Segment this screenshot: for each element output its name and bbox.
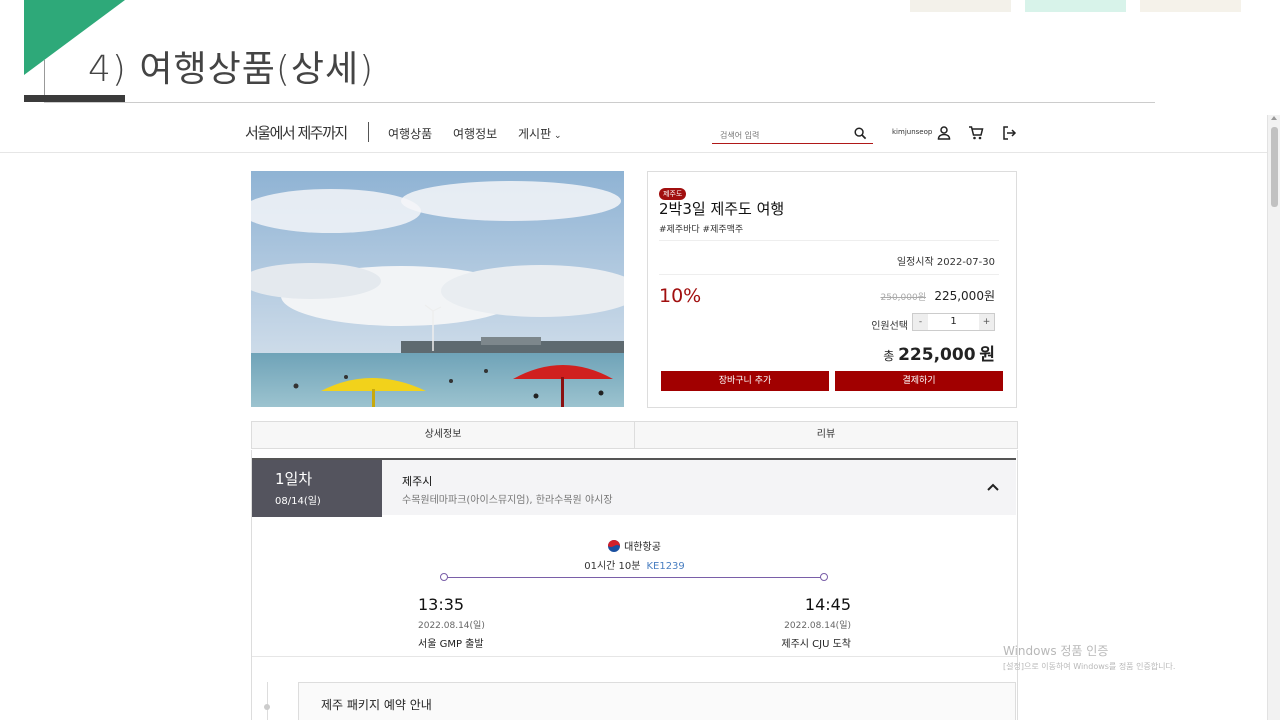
route-start-dot bbox=[440, 573, 448, 581]
quantity-value[interactable]: 1 bbox=[928, 314, 979, 330]
divider bbox=[659, 274, 999, 275]
discount-rate: 10% bbox=[659, 285, 702, 307]
scrollbar-thumb[interactable] bbox=[1271, 127, 1278, 207]
nav-link-travel-info[interactable]: 여행정보 bbox=[453, 125, 497, 142]
route-end-dot bbox=[820, 573, 828, 581]
watermark-subtitle: [설정]으로 이동하여 Windows를 정품 인증합니다. bbox=[1003, 662, 1176, 671]
product-title: 2박3일 제주도 여행 bbox=[659, 200, 785, 218]
top-color-box bbox=[1140, 0, 1241, 12]
arrive-place: 제주시 CJU 도착 bbox=[781, 639, 851, 650]
notice-box: 제주 패키지 예약 안내 bbox=[298, 682, 1016, 720]
day-number: 1일차 bbox=[275, 470, 313, 488]
product-info-panel: 제주도 2박3일 제주도 여행 #제주바다 #제주맥주 일정시작 2022-07… bbox=[647, 171, 1017, 408]
detail-tabs: 상세정보 리뷰 bbox=[251, 421, 1018, 449]
nav-separator bbox=[368, 122, 369, 142]
day-places: 수목원테마파크(아이스뮤지엄), 한라수목원 야시장 bbox=[402, 495, 613, 506]
day-badge: 1일차 08/14(일) bbox=[252, 460, 382, 517]
timeline-dot bbox=[264, 704, 270, 710]
airline-name: 대한항공 bbox=[624, 542, 661, 553]
product-tags: #제주바다 #제주맥주 bbox=[659, 225, 744, 235]
flight-number[interactable]: KE1239 bbox=[646, 561, 684, 572]
depart-time: 13:35 bbox=[418, 595, 465, 614]
tab-details[interactable]: 상세정보 bbox=[252, 422, 634, 448]
depart-date: 2022.08.14(일) bbox=[418, 621, 485, 631]
add-to-cart-button[interactable]: 장바구니 추가 bbox=[661, 371, 829, 391]
user-icon[interactable] bbox=[936, 125, 952, 141]
website-screenshot: 서울에서 제주까지 여행상품 여행정보 게시판 ⌄ kimjunseop bbox=[0, 112, 1280, 720]
product-photo bbox=[251, 171, 624, 407]
quantity-label: 인원선택 bbox=[871, 321, 908, 332]
watermark-title: Windows 정품 인증 bbox=[1003, 644, 1109, 658]
flight-duration: 01시간 10분 KE1239 bbox=[252, 557, 1017, 572]
chevron-down-icon: ⌄ bbox=[551, 131, 562, 141]
total-value: 225,000 bbox=[898, 345, 976, 365]
scrollbar[interactable] bbox=[1267, 115, 1280, 720]
quantity-plus-button[interactable]: + bbox=[979, 314, 994, 330]
nav-link-board[interactable]: 게시판 ⌄ bbox=[518, 125, 562, 142]
route-line bbox=[443, 577, 824, 578]
original-price: 250,000원 bbox=[880, 293, 927, 303]
total-unit: 원 bbox=[979, 345, 995, 365]
presentation-slide: 4) 여행상품(상세) 서울에서 제주까지 여행상품 여행정보 게시판 ⌄ ki… bbox=[0, 0, 1280, 720]
nav-link-products[interactable]: 여행상품 bbox=[388, 125, 432, 142]
airline: 대한항공 bbox=[252, 538, 1017, 553]
site-logo[interactable]: 서울에서 제주까지 bbox=[245, 122, 348, 143]
chevron-up-icon[interactable] bbox=[986, 480, 1000, 494]
total-prefix: 총 bbox=[883, 349, 895, 363]
scroll-up-icon[interactable] bbox=[1271, 116, 1277, 120]
search-box[interactable] bbox=[712, 123, 873, 144]
divider bbox=[659, 240, 999, 241]
site-header: 서울에서 제주까지 여행상품 여행정보 게시판 ⌄ kimjunseop bbox=[0, 112, 1267, 153]
checkout-button[interactable]: 결제하기 bbox=[835, 371, 1003, 391]
quantity-stepper: - 1 + bbox=[912, 313, 995, 331]
nav-link-board-label: 게시판 bbox=[518, 127, 552, 141]
day-header[interactable]: 1일차 08/14(일) 제주시 수목원테마파크(아이스뮤지엄), 한라수목원 … bbox=[252, 458, 1016, 517]
itinerary-section: 1일차 08/14(일) 제주시 수목원테마파크(아이스뮤지엄), 한라수목원 … bbox=[251, 450, 1018, 720]
day-city: 제주시 bbox=[402, 475, 433, 488]
search-icon[interactable] bbox=[854, 127, 867, 140]
title-underline-bar bbox=[24, 95, 125, 102]
sale-price: 225,000원 bbox=[934, 289, 995, 303]
slide-title: 4) 여행상품(상세) bbox=[88, 49, 375, 90]
activation-watermark: Windows 정품 인증 [설정]으로 이동하여 Windows를 정품 인증… bbox=[1003, 642, 1175, 672]
timeline-line bbox=[267, 682, 268, 720]
duration-text: 01시간 10분 bbox=[584, 561, 641, 572]
start-date: 일정시작 2022-07-30 bbox=[896, 257, 995, 268]
day-date: 08/14(일) bbox=[275, 496, 321, 507]
arrive-date: 2022.08.14(일) bbox=[784, 621, 851, 631]
username: kimjunseop bbox=[892, 128, 933, 136]
top-color-box bbox=[1025, 0, 1126, 12]
arrive-time: 14:45 bbox=[804, 595, 851, 614]
cart-icon[interactable] bbox=[968, 125, 984, 141]
total-price: 총 225,000 원 bbox=[883, 340, 995, 365]
flight-info: 대한항공 01시간 10분 KE1239 13:35 2022.08.14(일) … bbox=[252, 516, 1017, 657]
logout-icon[interactable] bbox=[1001, 125, 1017, 141]
depart-place: 서울 GMP 출발 bbox=[418, 639, 484, 650]
notice-title: 제주 패키지 예약 안내 bbox=[321, 698, 432, 712]
tab-reviews[interactable]: 리뷰 bbox=[634, 422, 1017, 448]
title-underline bbox=[44, 102, 1155, 103]
quantity-minus-button[interactable]: - bbox=[913, 314, 928, 330]
top-color-box bbox=[910, 0, 1011, 12]
airline-logo-icon bbox=[608, 540, 621, 552]
search-input[interactable] bbox=[712, 126, 842, 140]
